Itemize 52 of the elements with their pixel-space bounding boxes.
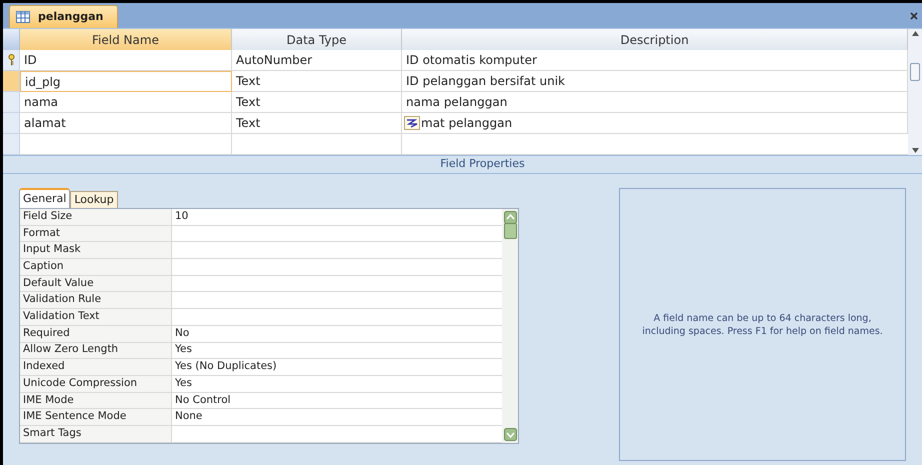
tab[interactable]: General: [19, 188, 70, 208]
scroll-up-icon[interactable]: [912, 31, 918, 36]
property-value[interactable]: No: [172, 326, 502, 342]
table-cell[interactable]: Text: [232, 71, 402, 92]
property-name: Allow Zero Length: [20, 342, 172, 358]
property-name: Smart Tags: [20, 426, 172, 442]
scroll-thumb[interactable]: [504, 222, 516, 239]
property-name: Input Mask: [20, 242, 172, 258]
table-cell[interactable]: ID pelanggan bersifat unik: [402, 71, 908, 92]
scroll-down-button[interactable]: [504, 428, 516, 441]
tab[interactable]: Lookup: [70, 191, 118, 208]
property-value[interactable]: None: [172, 409, 502, 425]
table-cell[interactable]: ID otomatis komputer: [402, 50, 908, 71]
property-value[interactable]: Yes: [172, 342, 502, 358]
property-name: Format: [20, 226, 172, 242]
row-selector[interactable]: [3, 50, 20, 71]
help-text: A field name can be up to 64 characters long, including spaces. Press F1 for help on field names.: [642, 312, 883, 338]
property-value[interactable]: No Control: [172, 392, 502, 408]
smart-tag-icon[interactable]: [404, 116, 420, 130]
property-name: Field Size: [20, 209, 172, 225]
scrollbar[interactable]: [908, 29, 922, 155]
property-name: Indexed: [20, 359, 172, 375]
table-icon: [16, 11, 30, 23]
scroll-down-icon[interactable]: [912, 148, 918, 153]
document-tab[interactable]: pelanggan: [9, 5, 118, 28]
property-name: IME Sentence Mode: [20, 409, 172, 425]
column-header[interactable]: Data Type: [232, 29, 402, 50]
property-value[interactable]: 10: [172, 209, 502, 225]
close-icon[interactable]: [910, 12, 918, 20]
scroll-up-button[interactable]: [504, 211, 516, 224]
property-name: Validation Rule: [20, 292, 172, 308]
table-cell[interactable]: Text: [232, 92, 402, 113]
tab-title: pelanggan: [38, 8, 104, 25]
table-cell[interactable]: nama pelanggan: [402, 92, 908, 113]
property-name: Caption: [20, 259, 172, 275]
section-title: Field Properties: [439, 156, 525, 172]
table-cell[interactable]: id_plg: [20, 71, 232, 92]
property-name: Required: [20, 326, 172, 342]
property-value[interactable]: Yes: [172, 376, 502, 392]
property-name: Default Value: [20, 276, 172, 292]
table-cell[interactable]: nama: [20, 92, 232, 113]
property-name: Validation Text: [20, 309, 172, 325]
property-name: IME Mode: [20, 392, 172, 408]
column-header[interactable]: Field Name: [20, 29, 232, 50]
property-value[interactable]: Yes (No Duplicates): [172, 359, 502, 375]
property-name: Unicode Compression: [20, 376, 172, 392]
table-cell[interactable]: AutoNumber: [232, 50, 402, 71]
table-cell[interactable]: ID: [20, 50, 232, 71]
column-header[interactable]: Description: [402, 29, 908, 50]
scrollbar[interactable]: [502, 209, 518, 443]
scroll-thumb[interactable]: [910, 63, 920, 81]
key-icon: [8, 54, 14, 66]
